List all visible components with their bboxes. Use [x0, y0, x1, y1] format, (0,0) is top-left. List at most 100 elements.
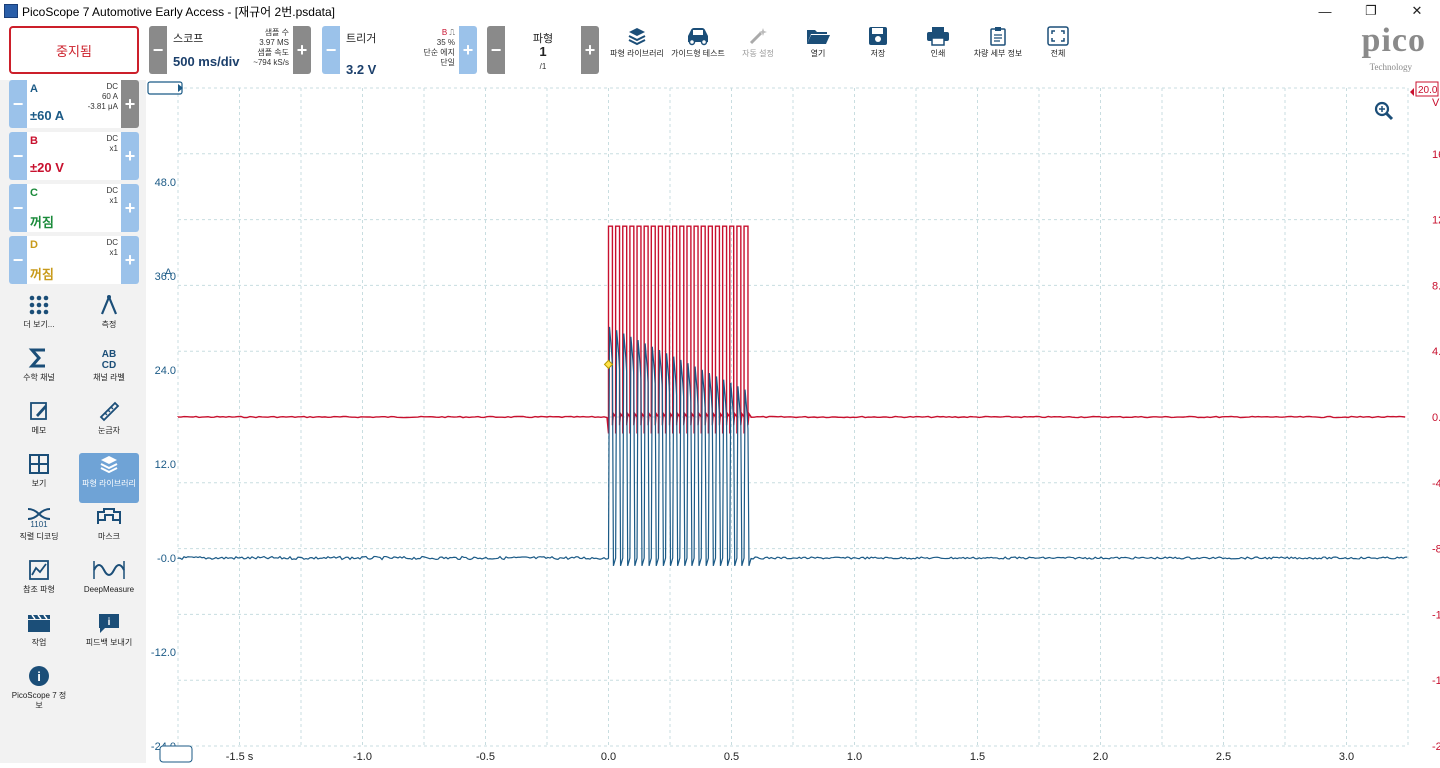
open-button[interactable]: 열기 [788, 24, 848, 78]
print-label: 인쇄 [930, 49, 946, 58]
channel-d-panel: − D 꺼짐 DC x1 + [9, 236, 139, 284]
print-button[interactable]: 인쇄 [908, 24, 968, 78]
views-button[interactable]: 보기 [9, 453, 69, 503]
sigma-icon [28, 348, 45, 368]
channel-labels-label: 채널 라벨 [93, 373, 125, 382]
timebase-decrease-button[interactable]: − [149, 26, 167, 74]
x-axis-tick: 3.0 [1339, 751, 1354, 763]
save-button[interactable]: 저장 [848, 24, 908, 78]
measurements-button[interactable]: 측정 [79, 294, 139, 344]
maximize-button[interactable]: ❐ [1348, 0, 1394, 22]
channel-b-range[interactable]: ±20 V [30, 160, 64, 175]
deepmeasure-icon [93, 561, 125, 579]
right-axis-tick: 16.0 [1432, 149, 1440, 161]
rate-label: 샘플 속도 [257, 48, 289, 57]
channel-labels-button[interactable]: AB CD 채널 라벨 [79, 347, 139, 397]
channel-c-range[interactable]: 꺼짐 [30, 212, 54, 231]
right-axis-top-value: 20.0 [1418, 85, 1438, 96]
right-axis-tick: -16.0 [1432, 675, 1440, 687]
channel-b-increase-button[interactable]: + [121, 132, 139, 180]
channel-c-decrease-button[interactable]: − [9, 184, 27, 232]
auto-setup-button[interactable]: 자동 설정 [728, 24, 788, 78]
trigger-increase-button[interactable]: + [459, 26, 477, 74]
x-axis-tick: 1.5 [970, 751, 985, 763]
trigger-level-value[interactable]: 3.2 V [346, 62, 376, 77]
about-button[interactable]: i PicoScope 7 정보 [9, 665, 69, 715]
trigger-label: 트리거 [346, 33, 377, 45]
channel-d-increase-button[interactable]: + [121, 236, 139, 284]
trigger-decrease-button[interactable]: − [322, 26, 340, 74]
channel-a-decrease-button[interactable]: − [9, 80, 27, 128]
math-channels-button[interactable]: 수학 채널 [9, 347, 69, 397]
window-title: PicoScope 7 Automotive Early Access - [재… [22, 4, 335, 19]
toolbar: 중지됨 − 스코프 500 ms/div 샘플 수 3.97 MS 샘플 속도 … [0, 22, 1440, 80]
rulers-label: 눈금자 [97, 426, 121, 435]
channel-c-probe: x1 [109, 196, 118, 205]
waveform-library-button[interactable]: 파형 라이브러리 [607, 24, 667, 78]
info-icon: i [29, 666, 49, 686]
sidebar: 더 보기... 측정 수학 채널 AB CD 채널 라벨 메모 눈금자 보기 파형… [0, 290, 146, 763]
masks-button[interactable]: 마스크 [79, 506, 139, 556]
actions-label: 작업 [31, 638, 47, 647]
channel-b-decrease-button[interactable]: − [9, 132, 27, 180]
vehicle-details-button[interactable]: 차량 세부 정보 [968, 24, 1028, 78]
about-label: PicoScope 7 정보 [11, 691, 67, 710]
stop-button[interactable]: 중지됨 [9, 26, 139, 74]
left-axis-tick: 24.0 [155, 365, 176, 377]
channel-d-letter: D [30, 239, 38, 251]
channel-c-increase-button[interactable]: + [121, 184, 139, 232]
guided-test-button[interactable]: 가이드형 테스트 [668, 24, 728, 78]
channel-a-range[interactable]: ±60 A [30, 108, 64, 123]
rulers-button[interactable]: 눈금자 [79, 400, 139, 450]
sidebar-waveform-library-button[interactable]: 파형 라이브러리 [79, 453, 139, 503]
trigger-channel: B [441, 28, 448, 37]
channel-a-increase-button[interactable]: + [121, 80, 139, 128]
samples-value: 3.97 MS [259, 38, 289, 47]
actions-button[interactable]: 작업 [9, 612, 69, 662]
horizontal-scroll-marker [147, 81, 183, 95]
trigger-marker-icon [603, 359, 614, 370]
more-button[interactable]: 더 보기... [9, 294, 69, 344]
feedback-icon: i [99, 614, 119, 633]
trigger-type: 단순 에지 [423, 48, 455, 57]
channel-d-range[interactable]: 꺼짐 [30, 264, 54, 283]
printer-icon [927, 27, 949, 46]
right-axis-tick: 12.0 [1432, 215, 1440, 227]
auto-setup-label: 자동 설정 [742, 49, 774, 58]
deepmeasure-button[interactable]: DeepMeasure [79, 559, 139, 609]
trigger-percent: 35 % [436, 38, 455, 47]
title-bar: PicoScope 7 Automotive Early Access - [재… [0, 0, 1440, 22]
send-feedback-button[interactable]: i 피드백 보내기 [79, 612, 139, 662]
timebase-increase-button[interactable]: + [293, 26, 311, 74]
close-button[interactable]: ✕ [1394, 0, 1440, 22]
waveform-next-button[interactable]: + [581, 26, 599, 74]
notes-button[interactable]: 메모 [9, 400, 69, 450]
svg-text:CD: CD [102, 360, 116, 369]
scope-label: 스코프 [173, 33, 204, 45]
reference-waveforms-button[interactable]: 참조 파형 [9, 559, 69, 609]
waveform-library-icon [628, 28, 646, 46]
scope-plot[interactable]: A60.048.036.024.012.0-0.0-12.0-24.016.01… [146, 80, 1440, 763]
left-axis-tick: 12.0 [155, 459, 176, 471]
right-axis-tick: 4.0 [1432, 346, 1440, 358]
channel-c-panel: − C 꺼짐 DC x1 + [9, 184, 139, 232]
channel-b-panel: − B ±20 V DC x1 + [9, 132, 139, 180]
fullscreen-button[interactable]: 전체 [1028, 24, 1088, 78]
notes-label: 메모 [31, 426, 47, 435]
serial-decoding-button[interactable]: 1101 직렬 디코딩 [9, 506, 69, 556]
channel-a-letter: A [30, 83, 38, 95]
channel-a-trace [177, 326, 1408, 566]
channel-d-probe: x1 [109, 248, 118, 257]
left-axis-tick: -12.0 [151, 647, 176, 659]
measurements-label: 측정 [101, 320, 117, 329]
logo-subtext: Technology [1369, 62, 1412, 72]
channel-d-decrease-button[interactable]: − [9, 236, 27, 284]
compass-icon [100, 295, 118, 315]
left-axis-tick: 48.0 [155, 177, 176, 189]
waveform-chart[interactable]: A60.048.036.024.012.0-0.0-12.0-24.016.01… [146, 80, 1440, 763]
trigger-control: − 트리거 3.2 V B ⎍ 35 % 단순 에지 단일 + [322, 26, 477, 77]
channel-c-coupling: DC [106, 186, 118, 195]
minimize-button[interactable]: — [1302, 0, 1348, 22]
zoom-icon[interactable] [1374, 101, 1394, 121]
channel-a-coupling: DC [106, 82, 118, 91]
